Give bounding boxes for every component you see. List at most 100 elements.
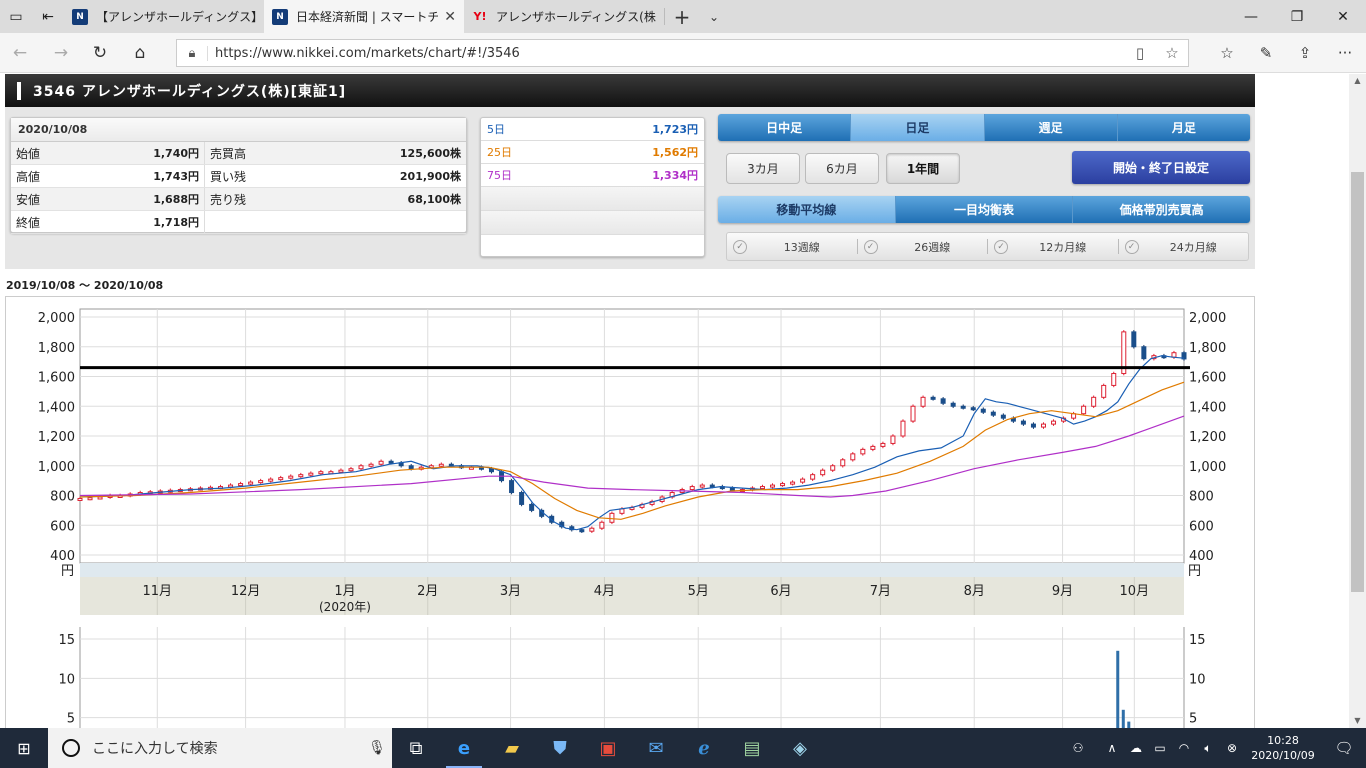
range-button[interactable]: 6カ月 (805, 153, 879, 184)
tab-list-chevron-icon[interactable]: ⌄ (699, 0, 729, 33)
candle-body (529, 503, 535, 511)
scroll-down-icon[interactable]: ▼ (1349, 714, 1366, 728)
candle-body (77, 497, 83, 501)
internet-explorer-icon[interactable]: ℯ (680, 728, 728, 768)
period-tab[interactable]: 月足 (1117, 114, 1250, 141)
windows-start-icon[interactable]: ⊞ (0, 728, 48, 768)
url-text[interactable]: https://www.nikkei.com/markets/chart/#!/… (207, 45, 1124, 61)
candle-body (1171, 352, 1177, 358)
close-window-icon[interactable]: ✕ (1320, 0, 1366, 33)
set-date-button[interactable]: 開始・終了日設定 (1072, 151, 1250, 184)
onedrive-cloud-icon[interactable]: ☁ (1124, 741, 1148, 755)
y-tick-label-left: 1,400 (38, 400, 75, 415)
checkmark-icon[interactable]: ✓ (733, 239, 747, 254)
candle-body (930, 396, 936, 400)
candle-body (950, 402, 956, 407)
range-button[interactable]: 1年間 (886, 153, 960, 184)
candle-body (348, 468, 354, 472)
show-hidden-icons-chevron-icon[interactable]: ∧ (1100, 741, 1124, 755)
y-tick-label-left: 400 (50, 549, 75, 564)
candle-body (1040, 423, 1046, 428)
ma-label: 5日 (487, 123, 505, 136)
browser-tab-1[interactable]: N 【アレンザホールディングス】[3546 (64, 0, 264, 33)
close-tab-icon[interactable]: ✕ (444, 9, 456, 25)
reading-view-icon[interactable]: ▯ (1124, 44, 1156, 62)
ma-row: 5日 1,723円 (481, 118, 704, 141)
quote-label: 売り残 (210, 192, 247, 207)
forward-icon[interactable]: → (49, 41, 73, 65)
taskbar-search[interactable]: ここに入力して検索 🎙︎ (48, 728, 392, 768)
quote-value: 1,740円 (153, 147, 199, 160)
favorite-star-icon[interactable]: ☆ (1156, 44, 1188, 62)
search-placeholder[interactable]: ここに入力して検索 (92, 738, 362, 758)
scrollbar-thumb[interactable] (1351, 172, 1364, 592)
browser-tab-3[interactable]: Y! アレンザホールディングス(株)【35 (464, 0, 664, 33)
minimize-icon[interactable]: — (1228, 0, 1274, 33)
battery-icon[interactable]: ▭ (1148, 741, 1172, 755)
store-icon[interactable]: ⛊ (536, 728, 584, 768)
maximize-icon[interactable]: ❐ (1274, 0, 1320, 33)
url-field[interactable]: 🔒︎ https://www.nikkei.com/markets/chart/… (176, 39, 1189, 67)
scroll-up-icon[interactable]: ▲ (1349, 74, 1366, 88)
line-toggle[interactable]: ✓ 24カ月線 (1119, 239, 1249, 254)
system-clock[interactable]: 10:28 2020/10/09 (1244, 733, 1322, 763)
ma-blank-row (481, 187, 704, 211)
new-tab-icon[interactable]: + (665, 0, 699, 33)
candle-body (1091, 396, 1097, 407)
candle-body (378, 460, 384, 465)
volume-tick-right: 15 (1189, 633, 1206, 648)
indicator-tab[interactable]: 一目均衡表 (895, 196, 1074, 223)
period-tabs: 日中足 日足 週足 月足 (718, 114, 1250, 141)
edge-browser-icon[interactable]: e (440, 728, 488, 768)
period-tab[interactable]: 日中足 (718, 114, 852, 141)
app-icon[interactable]: ◈ (776, 728, 824, 768)
y-tick-label-right: 1,200 (1189, 430, 1226, 445)
period-tab[interactable]: 週足 (984, 114, 1118, 141)
lock-icon[interactable]: 🔒︎ (177, 46, 207, 61)
candle-body (970, 407, 976, 411)
line-toggle[interactable]: ✓ 13週線 (727, 239, 858, 254)
line-toggle[interactable]: ✓ 26週線 (858, 239, 988, 254)
range-button[interactable]: 3カ月 (726, 153, 800, 184)
address-bar-row: ← → ↻ ⌂ 🔒︎ https://www.nikkei.com/market… (0, 33, 1366, 73)
indicator-tab[interactable]: 移動平均線 (718, 196, 896, 223)
photo-viewer-icon[interactable]: ▤ (728, 728, 776, 768)
candle-body (248, 481, 254, 485)
indicator-tab[interactable]: 価格帯別売買高 (1073, 196, 1250, 223)
volume-icon[interactable]: 🔈︎ (1196, 741, 1220, 756)
checkmark-icon[interactable]: ✓ (863, 239, 878, 254)
set-aside-tabs-icon[interactable]: ⇤ (32, 0, 64, 33)
ma-label: 75日 (487, 169, 512, 182)
file-explorer-icon[interactable]: ▰ (488, 728, 536, 768)
favorites-list-icon[interactable]: ☆ (1214, 41, 1240, 65)
candle-body (1030, 423, 1036, 428)
home-icon[interactable]: ⌂ (128, 41, 152, 65)
task-view-icon[interactable]: ⧉ (392, 728, 440, 768)
period-tab[interactable]: 日足 (851, 114, 985, 141)
gift-app-icon[interactable]: ▣ (584, 728, 632, 768)
cortana-icon[interactable] (62, 739, 80, 757)
x-tick-label: 5月 (688, 584, 709, 599)
quote-date: 2020/10/08 (11, 118, 466, 142)
wifi-icon[interactable]: ◠ (1172, 741, 1196, 755)
pen-notes-icon[interactable]: ✎ (1253, 41, 1279, 65)
back-icon[interactable]: ← (8, 41, 32, 65)
action-center-icon[interactable]: 🗨︎ (1322, 739, 1366, 757)
tab-actions-icon[interactable]: ▭ (0, 0, 32, 33)
checkmark-icon[interactable]: ✓ (994, 239, 1008, 254)
microphone-icon[interactable]: 🎙︎ (362, 740, 392, 756)
browser-tab-2[interactable]: N 日本経済新聞 | スマートチ ✕ (264, 0, 464, 33)
ime-off-icon[interactable]: ⊗ (1220, 741, 1244, 755)
checkmark-icon[interactable]: ✓ (1124, 239, 1139, 254)
people-icon[interactable]: ⚇ (1066, 741, 1090, 755)
quote-label: 終値 (16, 215, 41, 230)
line-toggle[interactable]: ✓ 12カ月線 (988, 239, 1119, 254)
refresh-icon[interactable]: ↻ (88, 41, 112, 65)
mail-icon[interactable]: ✉ (632, 728, 680, 768)
candle-body (770, 484, 776, 488)
page-scrollbar[interactable]: ▲ ▼ (1349, 74, 1366, 728)
quote-cell-right: 売買高 125,600株 (205, 142, 466, 164)
share-icon[interactable]: ⇪ (1292, 41, 1318, 65)
y-tick-label-left: 800 (50, 490, 75, 505)
more-menu-icon[interactable]: ··· (1332, 41, 1358, 65)
